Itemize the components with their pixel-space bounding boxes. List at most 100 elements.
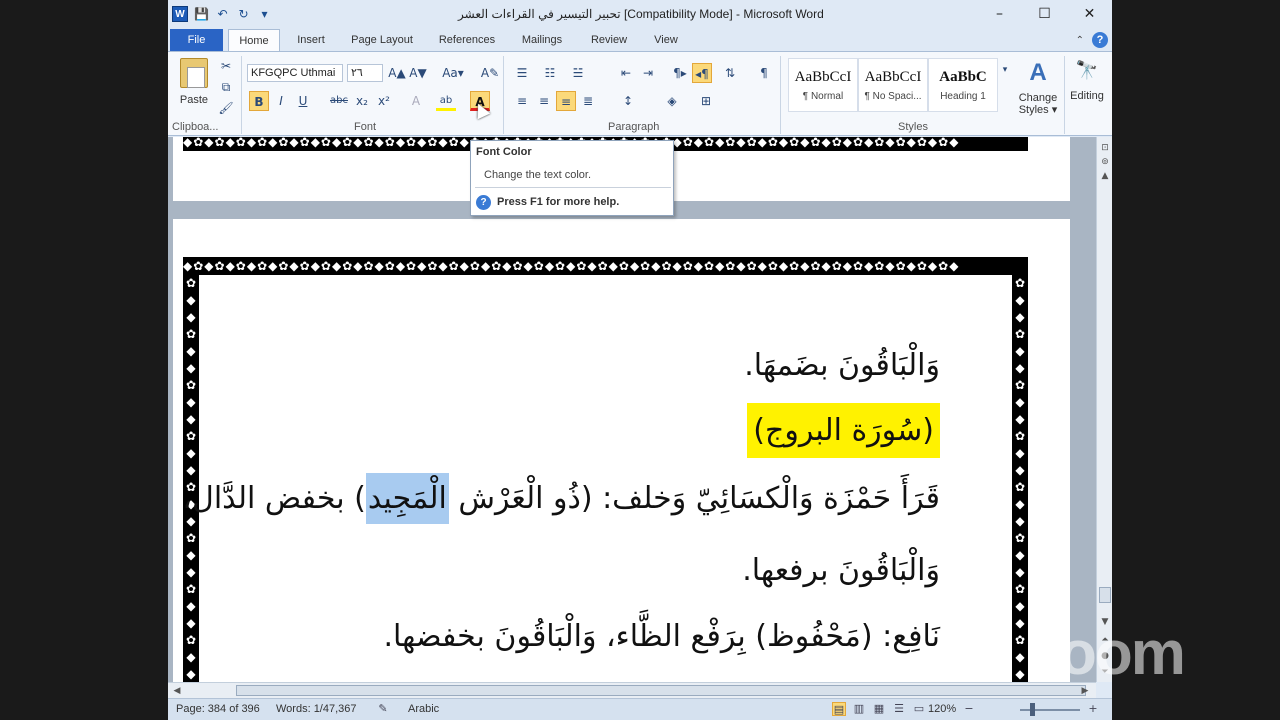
superscript-button[interactable]: x² <box>374 91 394 111</box>
sort-icon[interactable]: ⇅ <box>720 63 740 83</box>
borders-icon[interactable]: ⊞ <box>696 91 716 111</box>
zoom-in-button[interactable]: + <box>1086 702 1100 716</box>
align-center-icon[interactable]: ≡ <box>534 91 554 111</box>
word-app-icon[interactable]: W <box>172 6 188 22</box>
italic-button[interactable]: I <box>271 91 291 111</box>
outline-icon[interactable]: ☰ <box>892 702 906 716</box>
style-no-spacing[interactable]: AaBbCcI ¶ No Spaci... <box>858 58 928 112</box>
subscript-button[interactable]: x₂ <box>352 91 372 111</box>
language-indicator[interactable]: Arabic <box>408 703 439 715</box>
minimize-ribbon-icon[interactable]: ⌃ <box>1076 35 1084 46</box>
scroll-up-icon[interactable]: ▲ <box>1098 169 1112 183</box>
document-area[interactable]: ◆✿◆✿◆✿◆✿◆✿◆✿◆✿◆✿◆✿◆✿◆✿◆✿◆✿◆✿◆✿◆✿◆✿◆✿◆✿◆✿… <box>168 137 1096 682</box>
web-layout-icon[interactable]: ▦ <box>872 702 886 716</box>
ltr-icon[interactable]: ¶▸ <box>670 63 690 83</box>
align-left-icon[interactable]: ≡ <box>512 91 532 111</box>
font-name-combo[interactable]: KFGQPC Uthmai <box>247 64 343 82</box>
increase-indent-icon[interactable]: ⇥ <box>638 63 658 83</box>
vertical-scroll-thumb[interactable] <box>1099 587 1111 603</box>
styles-scroll-icon[interactable]: ▾ <box>999 60 1011 80</box>
close-button[interactable]: ✕ <box>1067 0 1112 29</box>
print-layout-icon[interactable]: ▤ <box>832 702 846 716</box>
line-spacing-icon[interactable]: ↕ <box>618 91 638 111</box>
font-size-combo[interactable]: ٢٦ <box>347 64 383 82</box>
tab-mailings[interactable]: Mailings <box>516 29 568 51</box>
tab-file[interactable]: File <box>170 29 223 51</box>
show-marks-icon[interactable]: ¶ <box>754 63 774 83</box>
tab-insert[interactable]: Insert <box>286 29 336 51</box>
decrease-indent-icon[interactable]: ⇤ <box>616 63 636 83</box>
doc-line-1-text: وَالْبَاقُونَ بضَمهَا. <box>744 348 940 383</box>
word-count[interactable]: Words: 1/47,367 <box>276 703 357 715</box>
save-icon[interactable]: 💾 <box>194 7 209 22</box>
zoom-out-button[interactable]: − <box>962 702 976 716</box>
zoom-slider[interactable] <box>1020 709 1080 711</box>
browse-icon[interactable]: ⊚ <box>1098 155 1112 169</box>
rtl-icon[interactable]: ◂¶ <box>692 63 712 83</box>
grow-font-icon[interactable]: A▲ <box>387 63 407 83</box>
clipboard-group-label: Clipboa... <box>172 121 219 133</box>
underline-button[interactable]: U <box>293 91 313 111</box>
text-effects-icon[interactable]: A <box>406 91 426 111</box>
horizontal-scrollbar[interactable]: ◀ ▶ <box>168 682 1096 698</box>
doc-line-5[interactable]: نَافِع: (مَحْفُوظ) بِرَفْع الظَّاء، وَال… <box>383 617 940 657</box>
bold-button[interactable]: B <box>249 91 269 111</box>
proofing-icon[interactable]: ✎ <box>376 702 390 716</box>
zoom-level[interactable]: 120% <box>928 703 956 715</box>
multilevel-list-icon[interactable]: ☱ <box>568 63 588 83</box>
editing-icon[interactable]: 🔭 <box>1074 58 1100 84</box>
full-screen-reading-icon[interactable]: ▥ <box>852 702 866 716</box>
page-border-right: ✿ ◆ ◆ ✿ ◆ ◆ ✿ ◆ ◆ ✿ ◆ ◆ ✿ ◆ ◆ ✿ ◆ ◆ ✿ ◆ … <box>1012 275 1028 682</box>
tab-view[interactable]: View <box>646 29 686 51</box>
strikethrough-button[interactable]: abc <box>326 91 352 111</box>
bullets-icon[interactable]: ☰ <box>512 63 532 83</box>
tooltip-title: Font Color <box>476 146 532 158</box>
tab-references[interactable]: References <box>434 29 500 51</box>
change-case-icon[interactable]: Aa▾ <box>440 63 466 83</box>
align-right-icon[interactable]: ≡ <box>556 91 576 111</box>
change-styles-button[interactable]: Change Styles ▾ <box>1014 92 1062 116</box>
style-heading-1[interactable]: AaBbC Heading 1 <box>928 58 998 112</box>
draft-icon[interactable]: ▭ <box>912 702 926 716</box>
doc-line-2[interactable]: (سُورَة البروج) <box>747 403 940 458</box>
shading-icon[interactable]: ◈ <box>662 91 682 111</box>
paste-icon[interactable] <box>180 58 208 88</box>
help-icon[interactable]: ? <box>1092 32 1108 48</box>
style-name: Heading 1 <box>940 91 986 102</box>
doc-line-1[interactable]: وَالْبَاقُونَ بضَمهَا. <box>744 346 940 386</box>
group-separator <box>780 56 781 134</box>
style-name: ¶ No Spaci... <box>864 91 922 102</box>
maximize-button[interactable]: ☐ <box>1022 0 1067 29</box>
justify-icon[interactable]: ≣ <box>578 91 598 111</box>
change-styles-icon[interactable]: A <box>1023 58 1053 88</box>
zoom-slider-knob[interactable] <box>1030 703 1035 716</box>
doc-line-3[interactable]: قَرَأَ حَمْزَة وَالْكسَائِيّ وَخلف: (ذُو… <box>182 473 940 524</box>
tab-page-layout[interactable]: Page Layout <box>346 29 418 51</box>
vertical-scrollbar[interactable]: ⊡ ⊚ ▲ ▼ ⏶ ● ⏷ <box>1096 137 1112 682</box>
editing-button[interactable]: Editing <box>1066 90 1108 102</box>
minimize-button[interactable]: – <box>977 0 1022 29</box>
cut-icon[interactable]: ✂ <box>216 56 236 76</box>
ruler-toggle-icon[interactable]: ⊡ <box>1098 141 1112 155</box>
page-count[interactable]: Page: 384 of 396 <box>176 703 260 715</box>
undo-icon[interactable]: ↶ <box>215 7 230 22</box>
selected-word: الْمَجِيد <box>365 473 449 524</box>
help-icon: ? <box>476 195 491 210</box>
shrink-font-icon[interactable]: A▼ <box>408 63 428 83</box>
paste-button[interactable]: Paste <box>176 90 212 110</box>
redo-icon[interactable]: ↻ <box>236 7 251 22</box>
tab-home[interactable]: Home <box>228 29 280 52</box>
horizontal-scroll-thumb[interactable] <box>236 685 1086 696</box>
numbering-icon[interactable]: ☷ <box>540 63 560 83</box>
copy-icon[interactable]: ⧉ <box>216 77 236 97</box>
format-painter-icon[interactable]: 🖌 <box>216 98 236 118</box>
style-normal[interactable]: AaBbCcI ¶ Normal <box>788 58 858 112</box>
clear-formatting-icon[interactable]: A✎ <box>480 63 500 83</box>
customize-qat-icon[interactable]: ▾ <box>257 7 272 22</box>
style-sample: AaBbC <box>939 69 987 85</box>
doc-line-4[interactable]: وَالْبَاقُونَ برفعها. <box>742 551 940 591</box>
tab-review[interactable]: Review <box>584 29 634 51</box>
scroll-left-icon[interactable]: ◀ <box>170 684 184 698</box>
highlight-button[interactable]: ab <box>436 91 456 111</box>
title-bar: W 💾 ↶ ↻ ▾ تحبير التيسير في القراءات العش… <box>168 0 1112 29</box>
